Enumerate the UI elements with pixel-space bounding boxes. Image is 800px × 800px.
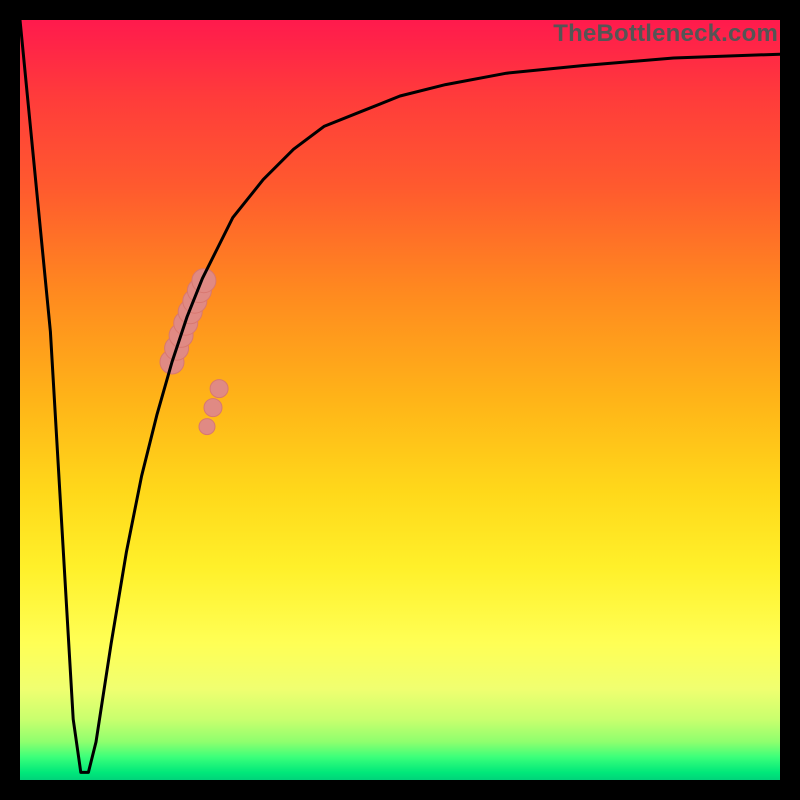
chart-svg [20, 20, 780, 780]
highlight-marker [210, 380, 228, 398]
highlight-marker [199, 419, 215, 435]
marker-group [160, 269, 228, 435]
highlight-marker [204, 399, 222, 417]
bottleneck-curve [20, 20, 780, 772]
chart-canvas: TheBottleneck.com [0, 0, 800, 800]
plot-area: TheBottleneck.com [20, 20, 780, 780]
